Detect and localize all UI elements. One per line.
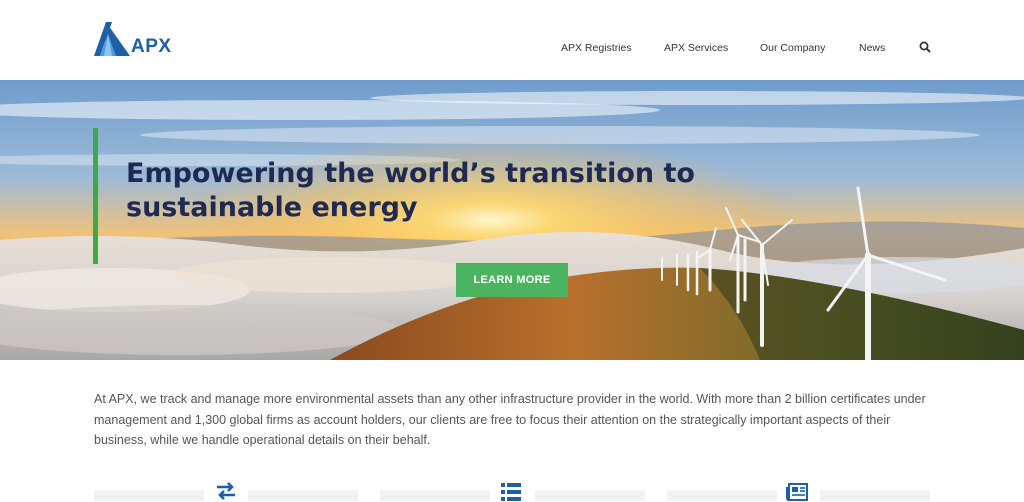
feature-card-2-left [380, 490, 490, 501]
list-icon[interactable] [500, 480, 522, 502]
transfer-arrows-icon[interactable] [215, 480, 237, 502]
nav-item-news[interactable]: News [859, 42, 885, 54]
site-header: APX APX Registries APX Services Our Comp… [0, 0, 1024, 80]
newspaper-icon[interactable] [786, 480, 808, 502]
nav-item-apx-services[interactable]: APX Services [664, 42, 728, 54]
feature-card-3-left [667, 490, 777, 501]
feature-card-2-right [535, 490, 645, 501]
nav-item-our-company[interactable]: Our Company [760, 42, 825, 54]
search-icon[interactable] [919, 41, 931, 53]
nav-item-apx-registries[interactable]: APX Registries [561, 42, 632, 54]
feature-strip [0, 470, 1024, 501]
feature-card-1-left [94, 490, 204, 501]
feature-card-3-right [820, 490, 930, 501]
feature-card-1-right [248, 490, 358, 501]
hero-banner: Empowering the world’s transition to sus… [0, 80, 1024, 360]
hero-title: Empowering the world’s transition to sus… [126, 158, 695, 223]
intro-paragraph: At APX, we track and manage more environ… [94, 392, 926, 447]
learn-more-button[interactable]: LEARN MORE [456, 263, 568, 297]
hero-accent-bar [93, 128, 98, 264]
main-nav: APX Registries APX Services Our Company … [0, 42, 1024, 56]
